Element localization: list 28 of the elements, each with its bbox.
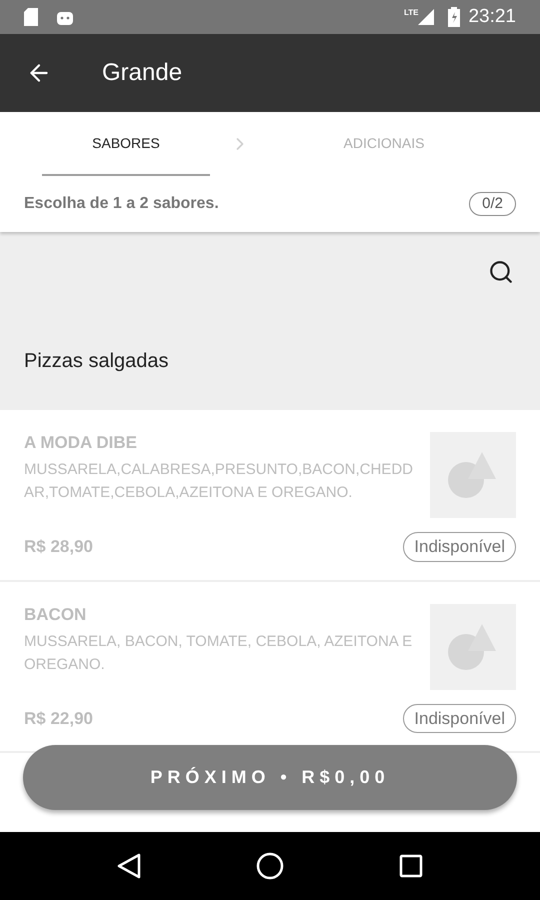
battery-icon	[448, 7, 460, 27]
recent-apps-icon[interactable]	[398, 854, 423, 878]
flavor-hint: Escolha de 1 a 2 sabores.	[24, 194, 219, 214]
pizza-name: BACON	[24, 604, 88, 626]
section-title: Pizzas salgadas	[24, 349, 169, 374]
unavailable-badge: Indisponível	[403, 704, 516, 733]
pizza-card[interactable]: BACON MUSSARELA, BACON, TOMATE, CEBOLA, AZEITONA E OREGANO. R$ 22,90 Indisponível	[0, 582, 540, 751]
clock: 23:21	[468, 4, 516, 29]
back-icon[interactable]	[117, 853, 142, 879]
step-tab[interactable]: SABORES	[42, 112, 210, 176]
search-icon[interactable]	[488, 259, 514, 285]
pizza-name: A MODA DIBE	[24, 432, 138, 454]
image-placeholder-icon	[430, 432, 516, 518]
signal-icon	[418, 9, 434, 25]
pizza-price: R$ 28,90	[24, 536, 93, 558]
image-placeholder-icon	[430, 604, 516, 690]
page-title: Grande	[102, 58, 182, 88]
sd-card-icon	[24, 8, 38, 26]
pizza-description: MUSSARELA, BACON, TOMATE, CEBOLA, AZEITONA E OREGANO.	[24, 632, 414, 674]
unavailable-badge: Indisponível	[403, 532, 516, 562]
home-icon[interactable]	[256, 852, 284, 880]
next-button[interactable]: PRÓXIMO • R$0,00	[23, 745, 517, 810]
network-type: LTE	[404, 7, 418, 19]
pizza-card[interactable]: A MODA DIBE MUSSARELA,CALABRESA,PRESUNTO,BACON,CHEDDAR,TOMATE,CEBOLA,AZEITONA E OREGANO. R$ 28,90 Indisponível	[0, 410, 540, 580]
pizza-description: MUSSARELA,CALABRESA,PRESUNTO,BACON,CHEDDAR,TOMATE,CEBOLA,AZEITONA E OREGANO.	[24, 460, 414, 503]
selection-counter: 0/2	[469, 192, 516, 216]
pizza-price: R$ 22,90	[24, 708, 93, 730]
android-icon	[56, 9, 74, 25]
